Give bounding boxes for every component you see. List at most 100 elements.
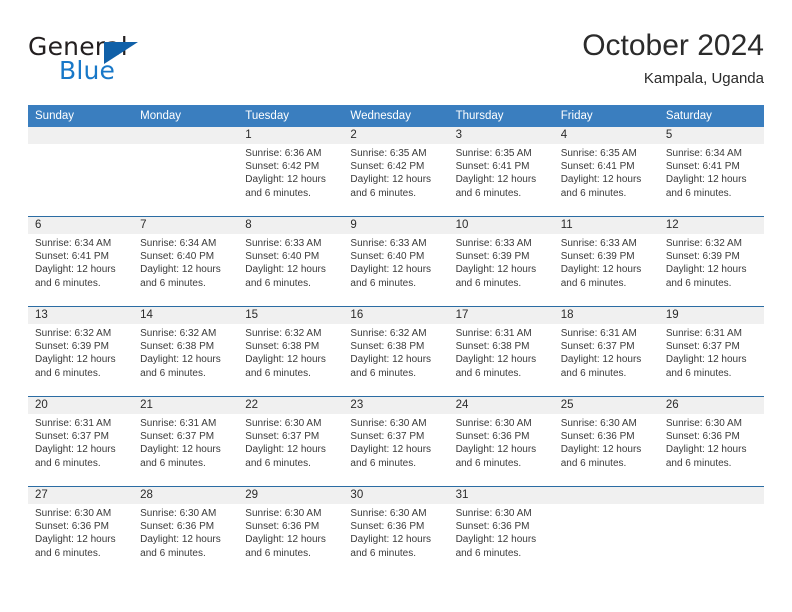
day-cell-inner: 13 Sunrise: 6:32 AM Sunset: 6:39 PM Dayligh…	[28, 307, 134, 396]
day-number: 20	[28, 397, 134, 414]
calendar-day-cell[interactable]: 19 Sunrise: 6:31 AM Sunset: 6:37 PM Dayligh…	[658, 306, 764, 397]
day-detail-daylight1: Daylight: 12 hours	[560, 444, 642, 456]
calendar-day-cell[interactable]: 8 Sunrise: 6:33 AM Sunset: 6:40 PM Daylight…	[238, 216, 344, 307]
day-detail-daylight2: and 6 minutes.	[455, 457, 522, 469]
day-number	[553, 487, 659, 504]
day-detail-sunrise: Sunrise: 6:31 AM	[35, 418, 112, 429]
day-detail-daylight1: Daylight: 12 hours	[35, 264, 116, 276]
calendar-day-cell[interactable]: 18 Sunrise: 6:31 AM Sunset: 6:37 PM Dayligh…	[553, 306, 659, 397]
day-detail-sunrise: Sunrise: 6:32 AM	[665, 238, 742, 249]
calendar-day-cell[interactable]: 11 Sunrise: 6:33 AM Sunset: 6:39 PM Dayligh…	[553, 216, 659, 307]
day-details: Sunrise: 6:30 AM Sunset: 6:37 PM Daylight:…	[238, 414, 343, 470]
day-detail-sunset: Sunset: 6:37 PM	[245, 431, 320, 443]
calendar-day-cell[interactable]: 22 Sunrise: 6:30 AM Sunset: 6:37 PM Dayligh…	[238, 396, 344, 487]
calendar-day-cell[interactable]: 17 Sunrise: 6:31 AM Sunset: 6:38 PM Dayligh…	[448, 306, 554, 397]
calendar-day-cell[interactable]: 24 Sunrise: 6:30 AM Sunset: 6:36 PM Dayligh…	[448, 396, 554, 487]
day-detail-sunrise: Sunrise: 6:32 AM	[35, 328, 112, 339]
day-detail-daylight2: and 6 minutes.	[665, 277, 732, 289]
calendar-day-cell[interactable]: 7 Sunrise: 6:34 AM Sunset: 6:40 PM Daylight…	[133, 216, 239, 307]
day-detail-sunset: Sunset: 6:40 PM	[245, 251, 320, 263]
day-details: Sunrise: 6:32 AM Sunset: 6:38 PM Daylight:…	[343, 324, 448, 380]
calendar-day-cell[interactable]: 27 Sunrise: 6:30 AM Sunset: 6:36 PM Dayligh…	[28, 486, 134, 576]
day-detail-daylight1: Daylight: 12 hours	[35, 354, 116, 366]
calendar-day-cell[interactable]: 1 Sunrise: 6:36 AM Sunset: 6:42 PM Daylight…	[238, 127, 344, 217]
calendar-day-cell[interactable]: 31 Sunrise: 6:30 AM Sunset: 6:36 PM Dayligh…	[448, 486, 554, 576]
day-detail-sunset: Sunset: 6:39 PM	[35, 341, 109, 353]
calendar-day-cell[interactable]: 21 Sunrise: 6:31 AM Sunset: 6:37 PM Dayligh…	[133, 396, 239, 487]
day-detail-daylight2: and 6 minutes.	[350, 547, 417, 559]
calendar-week-row: 13 Sunrise: 6:32 AM Sunset: 6:39 PM Dayligh…	[28, 306, 764, 397]
day-cell-inner: 15 Sunrise: 6:32 AM Sunset: 6:38 PM Dayligh…	[238, 307, 344, 396]
day-number: 14	[133, 307, 239, 324]
calendar-day-cell[interactable]: 23 Sunrise: 6:30 AM Sunset: 6:37 PM Dayligh…	[343, 396, 449, 487]
calendar-day-cell[interactable]: 16 Sunrise: 6:32 AM Sunset: 6:38 PM Dayligh…	[343, 306, 449, 397]
brand-logo[interactable]: General Blue	[28, 32, 228, 88]
day-number: 23	[343, 397, 449, 414]
day-number: 10	[448, 217, 554, 234]
day-detail-daylight1: Daylight: 12 hours	[35, 534, 116, 546]
calendar-day-cell[interactable]: 12 Sunrise: 6:32 AM Sunset: 6:39 PM Dayligh…	[658, 216, 764, 307]
day-number: 11	[553, 217, 659, 234]
day-detail-sunrise: Sunrise: 6:34 AM	[140, 238, 217, 249]
day-detail-daylight1: Daylight: 12 hours	[245, 354, 326, 366]
day-details: Sunrise: 6:32 AM Sunset: 6:39 PM Daylight:…	[659, 234, 764, 290]
day-detail-sunrise: Sunrise: 6:34 AM	[665, 148, 742, 159]
day-number: 16	[343, 307, 449, 324]
day-detail-daylight2: and 6 minutes.	[350, 187, 417, 199]
calendar-day-cell[interactable]: 10 Sunrise: 6:33 AM Sunset: 6:39 PM Dayligh…	[448, 216, 554, 307]
day-detail-daylight2: and 6 minutes.	[350, 277, 417, 289]
day-detail-sunset: Sunset: 6:36 PM	[560, 431, 635, 443]
page-header: General Blue October 2024 Kampala, Ugand…	[28, 28, 764, 100]
day-cell-inner: 7 Sunrise: 6:34 AM Sunset: 6:40 PM Daylight…	[133, 217, 239, 306]
calendar-day-cell[interactable]: 6 Sunrise: 6:34 AM Sunset: 6:41 PM Daylight…	[28, 216, 134, 307]
calendar-day-cell[interactable]: 9 Sunrise: 6:33 AM Sunset: 6:40 PM Daylight…	[343, 216, 449, 307]
day-detail-daylight1: Daylight: 12 hours	[140, 534, 221, 546]
calendar-day-cell[interactable]: 14 Sunrise: 6:32 AM Sunset: 6:38 PM Dayligh…	[133, 306, 239, 397]
calendar-day-cell[interactable]: 4 Sunrise: 6:35 AM Sunset: 6:41 PM Daylight…	[553, 127, 659, 217]
day-detail-daylight1: Daylight: 12 hours	[560, 174, 642, 186]
day-detail-daylight2: and 6 minutes.	[245, 457, 311, 469]
calendar-table: Sunday Monday Tuesday Wednesday Thursday…	[28, 105, 764, 576]
day-detail-daylight1: Daylight: 12 hours	[560, 264, 642, 276]
calendar-day-cell[interactable]: 26 Sunrise: 6:30 AM Sunset: 6:36 PM Dayligh…	[658, 396, 764, 487]
day-detail-sunset: Sunset: 6:38 PM	[350, 341, 425, 353]
day-details: Sunrise: 6:31 AM Sunset: 6:37 PM Daylight:…	[133, 414, 238, 470]
day-number: 22	[238, 397, 344, 414]
day-detail-daylight2: and 6 minutes.	[245, 367, 311, 379]
calendar-day-cell[interactable]: 30 Sunrise: 6:30 AM Sunset: 6:36 PM Dayligh…	[343, 486, 449, 576]
day-detail-sunset: Sunset: 6:41 PM	[665, 161, 740, 173]
calendar-day-cell[interactable]: 25 Sunrise: 6:30 AM Sunset: 6:36 PM Dayligh…	[553, 396, 659, 487]
calendar-day-cell[interactable]: 28 Sunrise: 6:30 AM Sunset: 6:36 PM Dayligh…	[133, 486, 239, 576]
page-title: October 2024	[582, 29, 764, 62]
day-cell-inner	[28, 127, 134, 216]
calendar-day-cell[interactable]: 20 Sunrise: 6:31 AM Sunset: 6:37 PM Dayligh…	[28, 396, 134, 487]
day-number: 27	[28, 487, 134, 504]
calendar-day-cell[interactable]: 5 Sunrise: 6:34 AM Sunset: 6:41 PM Daylight…	[658, 127, 764, 217]
day-detail-sunrise: Sunrise: 6:30 AM	[35, 508, 112, 519]
day-cell-inner: 10 Sunrise: 6:33 AM Sunset: 6:39 PM Dayligh…	[448, 217, 554, 306]
day-detail-daylight1: Daylight: 12 hours	[350, 264, 432, 276]
day-detail-sunset: Sunset: 6:38 PM	[245, 341, 320, 353]
calendar-day-cell[interactable]: 15 Sunrise: 6:32 AM Sunset: 6:38 PM Dayligh…	[238, 306, 344, 397]
day-cell-inner: 6 Sunrise: 6:34 AM Sunset: 6:41 PM Daylight…	[28, 217, 134, 306]
calendar-day-cell[interactable]: 29 Sunrise: 6:30 AM Sunset: 6:36 PM Dayligh…	[238, 486, 344, 576]
day-details: Sunrise: 6:31 AM Sunset: 6:37 PM Daylight:…	[554, 324, 659, 380]
day-cell-inner	[553, 487, 659, 576]
day-number: 24	[448, 397, 554, 414]
day-detail-daylight1: Daylight: 12 hours	[245, 444, 326, 456]
day-detail-sunset: Sunset: 6:40 PM	[140, 251, 215, 263]
day-cell-inner: 28 Sunrise: 6:30 AM Sunset: 6:36 PM Dayligh…	[133, 487, 239, 576]
day-detail-daylight1: Daylight: 12 hours	[455, 444, 537, 456]
day-detail-daylight1: Daylight: 12 hours	[350, 444, 432, 456]
day-detail-sunset: Sunset: 6:39 PM	[560, 251, 635, 263]
day-details: Sunrise: 6:30 AM Sunset: 6:36 PM Daylight:…	[238, 504, 343, 560]
day-details: Sunrise: 6:32 AM Sunset: 6:38 PM Daylight:…	[133, 324, 238, 380]
calendar-day-cell[interactable]: 13 Sunrise: 6:32 AM Sunset: 6:39 PM Dayligh…	[28, 306, 134, 397]
day-cell-inner: 12 Sunrise: 6:32 AM Sunset: 6:39 PM Dayligh…	[658, 217, 764, 306]
day-detail-sunrise: Sunrise: 6:31 AM	[560, 328, 637, 339]
day-cell-inner: 8 Sunrise: 6:33 AM Sunset: 6:40 PM Daylight…	[238, 217, 344, 306]
day-number	[28, 127, 134, 144]
calendar-day-cell[interactable]: 3 Sunrise: 6:35 AM Sunset: 6:41 PM Daylight…	[448, 127, 554, 217]
calendar-day-cell[interactable]: 2 Sunrise: 6:35 AM Sunset: 6:42 PM Daylight…	[343, 127, 449, 217]
day-detail-sunrise: Sunrise: 6:30 AM	[350, 418, 427, 429]
